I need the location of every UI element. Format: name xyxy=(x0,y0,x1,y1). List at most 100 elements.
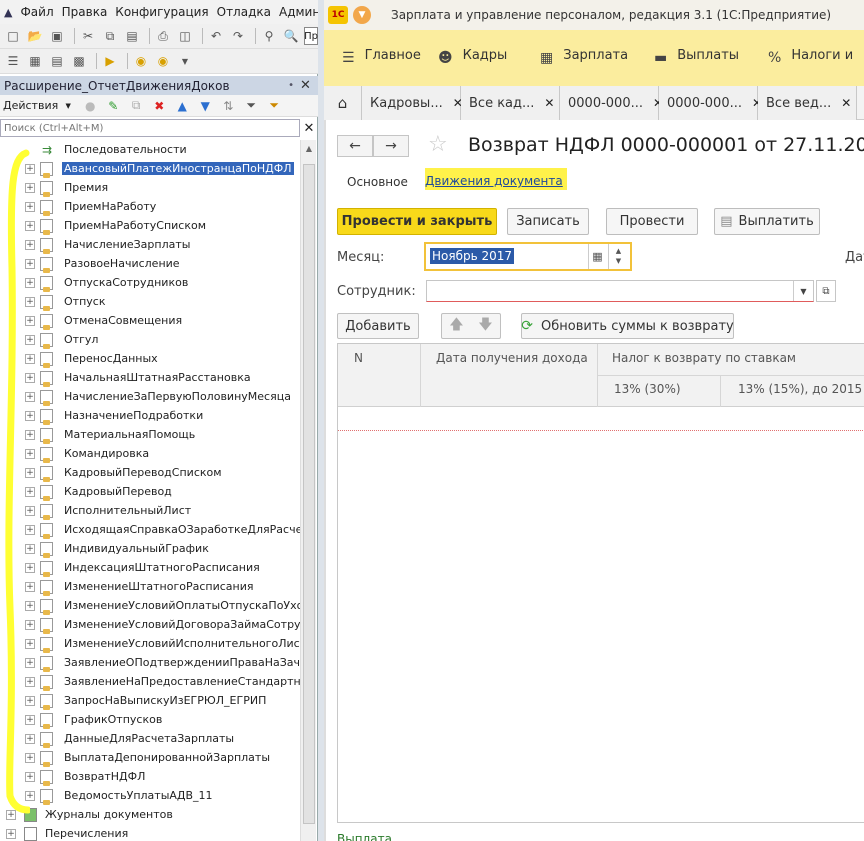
close-icon[interactable]: ✕ xyxy=(841,96,851,110)
app-icon[interactable]: ▲ xyxy=(4,3,12,21)
debug-start-icon[interactable]: ◉ xyxy=(132,52,150,70)
month-spinner[interactable]: ▲ ▼ xyxy=(608,244,628,269)
expand-icon[interactable]: + xyxy=(25,524,35,535)
tree-item[interactable]: + ЗапросНаВыпискуИзЕГРЮЛ_ЕГРИП xyxy=(0,691,300,710)
menu-file[interactable]: Файл xyxy=(16,5,57,19)
col-13-15-header[interactable]: 13% (15%), до 2015 - xyxy=(738,382,864,396)
tree-item[interactable]: + НачальнаяШтатнаяРасстановка xyxy=(0,368,300,387)
menu-debug[interactable]: Отладка xyxy=(213,5,275,19)
tree-search-input[interactable] xyxy=(0,119,300,137)
expand-icon[interactable]: + xyxy=(6,809,16,820)
tree-item[interactable]: + ИндивидуальныйГрафик xyxy=(0,539,300,558)
post-and-close-button[interactable]: Провести и закрыть xyxy=(337,208,497,235)
tree-item[interactable]: + РазовоеНачисление xyxy=(0,254,300,273)
filter-clear-icon[interactable]: ⏷ xyxy=(266,98,282,114)
refresh-amounts-button[interactable]: ⟳ Обновить суммы к возврату xyxy=(521,313,734,339)
expand-icon[interactable]: + xyxy=(25,543,35,554)
tree-item[interactable]: + НачислениеЗарплаты xyxy=(0,235,300,254)
tree-item[interactable]: + ИндексацияШтатногоРасписания xyxy=(0,558,300,577)
copy-icon[interactable]: ⧉ xyxy=(101,27,119,45)
tree-item[interactable]: + ИзменениеШтатногоРасписания xyxy=(0,577,300,596)
save-icon[interactable]: ▣ xyxy=(48,27,66,45)
db-icon[interactable]: ▤ xyxy=(48,52,66,70)
home-tab[interactable]: ⌂ xyxy=(324,86,362,120)
actions-menu[interactable]: Действия xyxy=(3,99,58,112)
tree-item[interactable]: + НазначениеПодработки xyxy=(0,406,300,425)
copy-icon[interactable]: ⧉ xyxy=(128,98,144,114)
tree-item[interactable]: + ЗаявлениеНаПредоставлениеСтандартныхВы xyxy=(0,672,300,691)
expand-icon[interactable]: + xyxy=(25,638,35,649)
open-folder-icon[interactable]: 📂 xyxy=(26,27,44,45)
expand-icon[interactable]: + xyxy=(25,581,35,592)
tab-item[interactable]: Все вед... ✕ xyxy=(758,86,857,120)
expand-icon[interactable]: + xyxy=(25,790,35,801)
expand-icon[interactable]: + xyxy=(25,391,35,402)
tree-item[interactable]: + Командировка xyxy=(0,444,300,463)
scroll-up-icon[interactable]: ▲ xyxy=(301,140,317,156)
tree-item[interactable]: + ИсходящаяСправкаОЗаработкеДляРасчетаП xyxy=(0,520,300,539)
toolbar-field-cut[interactable]: Пр xyxy=(304,27,318,45)
expand-icon[interactable]: + xyxy=(25,334,35,345)
link-document-movements[interactable]: Движения документа xyxy=(425,168,567,190)
expand-icon[interactable]: + xyxy=(25,448,35,459)
move-down-icon[interactable]: ▼ xyxy=(197,98,213,114)
tree-item[interactable]: + КадровыйПереводСписком xyxy=(0,463,300,482)
tree-item[interactable]: + ПереносДанных xyxy=(0,349,300,368)
tab-item[interactable]: 0000-000...✕ xyxy=(560,86,663,120)
expand-icon[interactable]: + xyxy=(25,771,35,782)
expand-icon[interactable]: + xyxy=(25,429,35,440)
list-icon[interactable]: ☰ xyxy=(4,52,22,70)
chevron-down-icon[interactable]: ▼ xyxy=(793,281,813,301)
expand-icon[interactable]: + xyxy=(25,733,35,744)
paste-icon[interactable]: ▤ xyxy=(123,27,141,45)
tab-item[interactable]: 0000-000...✕ xyxy=(659,86,762,120)
expand-icon[interactable]: + xyxy=(25,258,35,269)
expand-icon[interactable]: + xyxy=(25,182,35,193)
expand-icon[interactable]: + xyxy=(25,277,35,288)
add-row-button[interactable]: Добавить xyxy=(337,313,419,339)
expand-icon[interactable]: + xyxy=(25,562,35,573)
footer-payment-link[interactable]: Выплата xyxy=(337,832,392,841)
find-in-tree-icon[interactable]: ⚲ xyxy=(260,27,278,45)
filter-icon[interactable]: ⏷ xyxy=(243,98,259,114)
favorite-star-icon[interactable]: ☆ xyxy=(428,132,448,157)
calendar-icon[interactable]: ▦ xyxy=(588,244,606,269)
run-icon[interactable]: ▶ xyxy=(101,52,119,70)
forward-button[interactable]: → xyxy=(373,135,409,157)
col-13-header[interactable]: 13% (30%) xyxy=(614,382,681,396)
expand-icon[interactable]: + xyxy=(25,410,35,421)
expand-icon[interactable]: + xyxy=(25,467,35,478)
expand-icon[interactable]: + xyxy=(25,163,35,174)
month-value[interactable]: Ноябрь 2017 xyxy=(430,248,515,264)
close-icon[interactable]: ✕ xyxy=(300,78,314,93)
menu-edit[interactable]: Правка xyxy=(58,5,112,19)
tree-item[interactable]: + ДанныеДляРасчетаЗарплаты xyxy=(0,729,300,748)
tree-item[interactable]: + Перечисления xyxy=(0,824,300,841)
tree-item[interactable]: + Отпуск xyxy=(0,292,300,311)
pay-button[interactable]: ▤ Выплатить xyxy=(714,208,820,235)
tree-item[interactable]: + КадровыйПеревод xyxy=(0,482,300,501)
expand-icon[interactable]: + xyxy=(25,676,35,687)
tab-item[interactable]: Все кад... ✕ xyxy=(461,86,560,120)
redo-icon[interactable]: ↷ xyxy=(229,27,247,45)
chevron-down-icon[interactable]: ▼ xyxy=(176,52,194,70)
expand-icon[interactable]: + xyxy=(25,239,35,250)
expand-icon[interactable]: + xyxy=(25,752,35,763)
expand-icon[interactable]: + xyxy=(25,201,35,212)
expand-icon[interactable]: + xyxy=(25,315,35,326)
close-icon[interactable]: ✕ xyxy=(302,119,316,137)
tree-item[interactable]: + ПриемНаРаботу xyxy=(0,197,300,216)
tree-item[interactable]: + МатериальнаяПомощь xyxy=(0,425,300,444)
expand-icon[interactable]: + xyxy=(25,220,35,231)
move-up-icon[interactable]: 🡅 xyxy=(449,314,463,338)
expand-icon[interactable]: + xyxy=(25,372,35,383)
tree-item[interactable]: + ВыплатаДепонированнойЗарплаты xyxy=(0,748,300,767)
section-salary[interactable]: ▦ Зарплата xyxy=(540,30,654,86)
col-date-header[interactable]: Дата получения дохода xyxy=(436,351,588,365)
main-menu-icon[interactable]: ▼ xyxy=(353,6,371,24)
delete-icon[interactable]: ✖ xyxy=(151,98,167,114)
menu-configuration[interactable]: Конфигурация xyxy=(111,5,212,19)
col-n-header[interactable]: N xyxy=(354,351,363,365)
open-employee-icon[interactable]: ⧉ xyxy=(816,280,836,302)
move-row-buttons[interactable]: 🡅 🡇 xyxy=(441,313,501,339)
